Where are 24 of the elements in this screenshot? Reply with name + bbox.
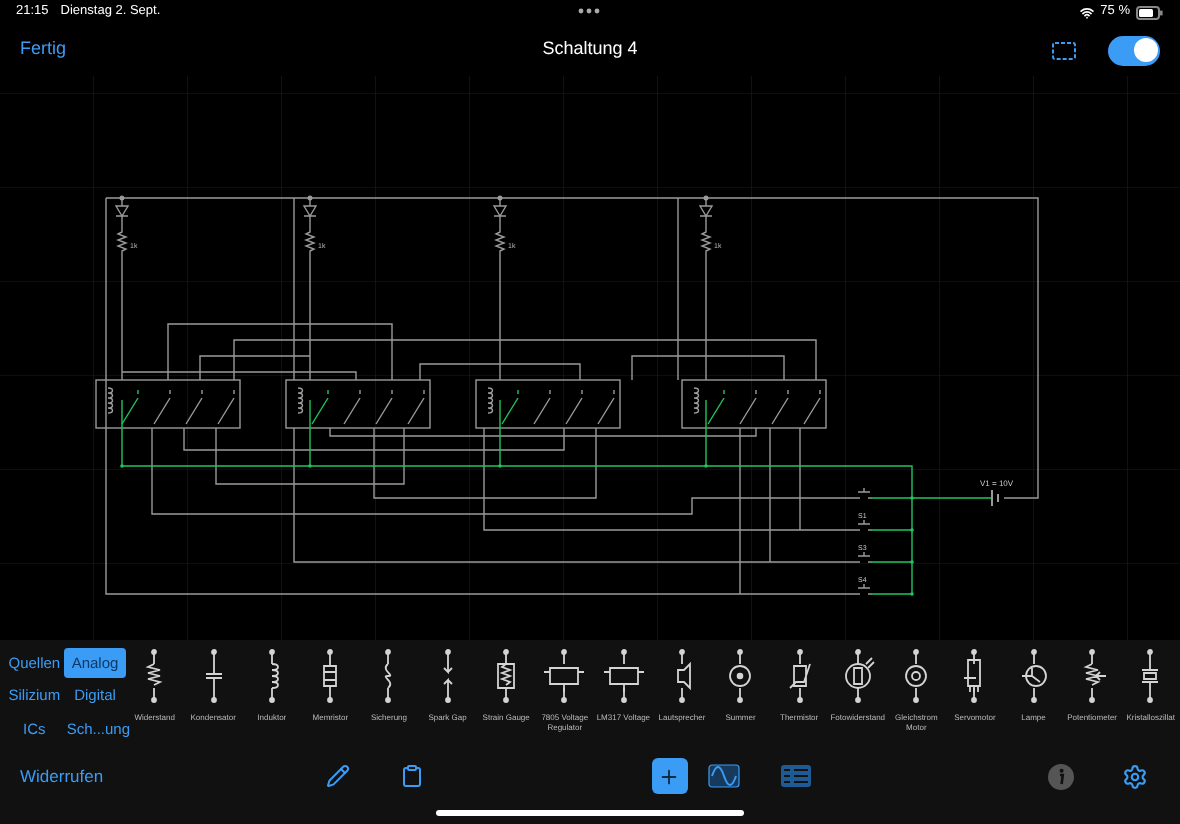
add-button[interactable]	[651, 758, 688, 794]
waveform-icon[interactable]	[707, 764, 740, 788]
window-title: Schaltung 4	[542, 36, 638, 63]
selection-icon[interactable]	[1052, 41, 1076, 59]
component-icon	[263, 648, 280, 704]
clipboard-icon[interactable]	[399, 764, 424, 788]
more-icon[interactable]	[578, 8, 600, 14]
component-icon	[724, 648, 757, 704]
component-icon	[548, 648, 581, 704]
component-icon	[380, 648, 397, 704]
done-button[interactable]: Fertig	[20, 36, 67, 64]
component-icon	[900, 648, 933, 704]
list-icon[interactable]	[779, 764, 812, 788]
toggle-switch[interactable]	[1108, 35, 1160, 65]
battery-icon	[1136, 5, 1164, 19]
component-icon	[1017, 648, 1050, 704]
plus-icon	[658, 765, 681, 787]
info-icon[interactable]	[1047, 763, 1074, 789]
component-icon	[607, 648, 640, 704]
undo-button[interactable]: Widerrufen	[20, 763, 104, 789]
wifi-icon	[1080, 5, 1095, 19]
pencil-icon[interactable]	[325, 764, 350, 788]
component-icon	[841, 648, 874, 704]
settings-icon[interactable]	[1121, 763, 1148, 789]
